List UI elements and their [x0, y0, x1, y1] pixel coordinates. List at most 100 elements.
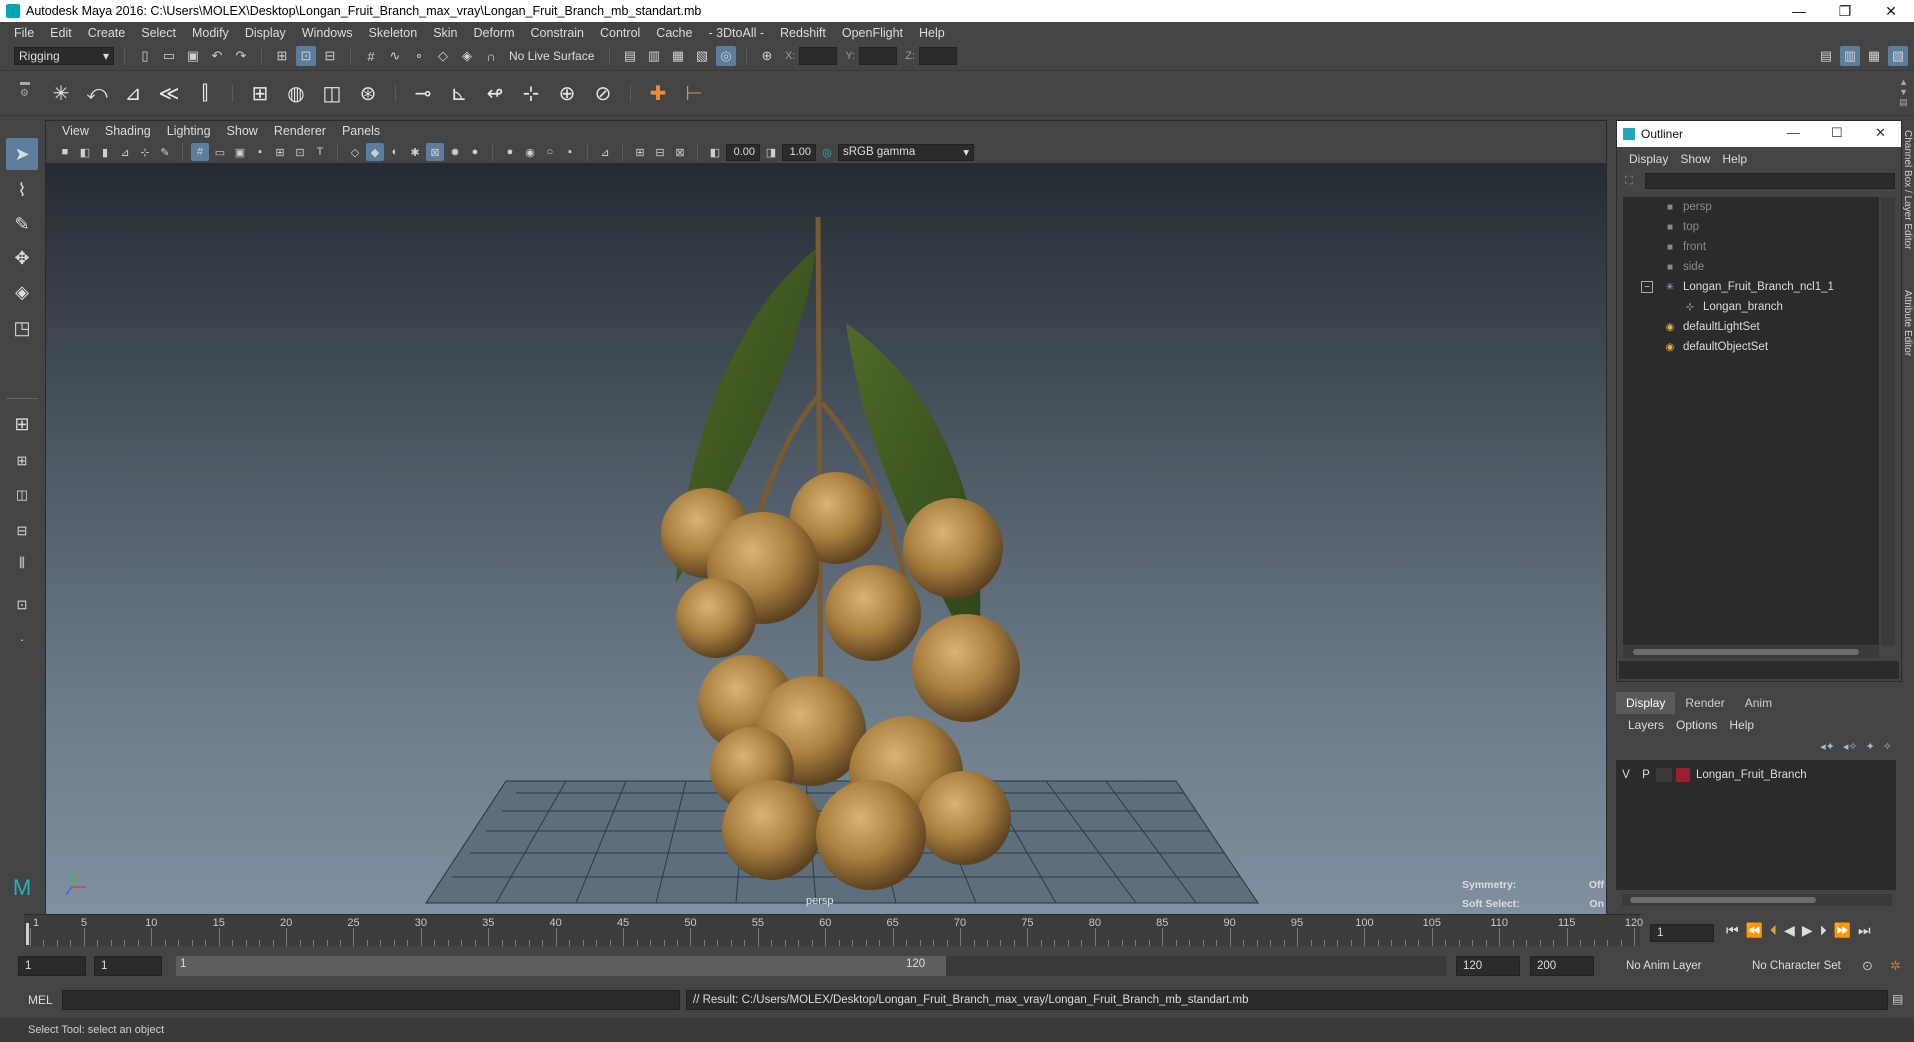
outliner-item-top[interactable]: ■ top [1663, 217, 1699, 237]
single-perspective-layout-icon[interactable]: ⊞ [6, 408, 38, 440]
outliner-menu-help[interactable]: Help [1716, 152, 1753, 166]
outliner-item-longan-group[interactable]: − ✳ Longan_Fruit_Branch_ncl1_1 [1641, 277, 1834, 297]
smooth-shade-icon[interactable]: ◆ [366, 143, 384, 161]
xray-components-icon[interactable]: ⊠ [671, 143, 689, 161]
menu-modify[interactable]: Modify [184, 26, 237, 40]
script-editor-icon[interactable]: ▤ [1892, 992, 1903, 1006]
outliner-item-persp[interactable]: ■ persp [1663, 197, 1712, 217]
menu-deform[interactable]: Deform [466, 26, 523, 40]
input-transform-icon[interactable]: ⊕ [757, 46, 777, 66]
menu-skeleton[interactable]: Skeleton [361, 26, 426, 40]
y-field[interactable] [859, 47, 898, 65]
vp-menu-renderer[interactable]: Renderer [266, 124, 334, 138]
select-camera-icon[interactable]: ■ [56, 143, 74, 161]
new-scene-icon[interactable]: ▯ [135, 46, 155, 66]
animation-start-field[interactable]: 1 [18, 956, 86, 976]
xray-icon[interactable]: ⊞ [631, 143, 649, 161]
outliner-item-front[interactable]: ■ front [1663, 237, 1706, 257]
undo-icon[interactable]: ↶ [207, 46, 227, 66]
grease-pencil-icon[interactable]: ✎ [156, 143, 174, 161]
parent-constraint-icon[interactable]: ⊢ [679, 77, 709, 109]
go-to-end-icon[interactable]: ⏭ [1858, 922, 1871, 939]
layer-color-swatch[interactable] [1676, 768, 1690, 782]
range-slider-bar[interactable]: 1 120 [176, 956, 946, 976]
auto-key-icon[interactable]: ⊙ [1862, 958, 1873, 974]
insert-joint-icon[interactable]: ⤺ [82, 77, 112, 109]
playback-start-field[interactable]: 1 [94, 956, 162, 976]
open-scene-icon[interactable]: ▭ [159, 46, 179, 66]
tab-attribute-editor[interactable]: Attribute Editor [1902, 290, 1913, 356]
view-transform-dropdown[interactable]: sRGB gamma ▾ [838, 143, 974, 161]
ik-handle-icon[interactable]: ⫿ [190, 77, 220, 109]
safe-title-icon[interactable]: T [311, 143, 329, 161]
outliner-menu-display[interactable]: Display [1623, 152, 1674, 166]
maximize-button[interactable]: ☐ [1831, 125, 1843, 141]
motion-blur-icon[interactable]: ◉ [521, 143, 539, 161]
menu-cache[interactable]: Cache [648, 26, 700, 40]
maximize-button[interactable]: ❐ [1822, 0, 1868, 22]
resolution-gate-icon[interactable]: ▣ [231, 143, 249, 161]
script-language-toggle[interactable]: MEL [28, 993, 53, 1007]
filter-icon[interactable]: ⛶ [1625, 175, 1633, 188]
curve-tool-icon[interactable]: ↫ [480, 77, 510, 109]
redo-icon[interactable]: ↷ [231, 46, 251, 66]
sculpt-deformer-icon[interactable]: ⊘ [588, 77, 618, 109]
vp-menu-shading[interactable]: Shading [97, 124, 159, 138]
depth-of-field-icon[interactable]: ▪ [561, 143, 579, 161]
snap-view-icon[interactable]: ◇ [433, 46, 453, 66]
hypershade-layout-icon[interactable]: ⊡ [6, 592, 38, 618]
outliner-item-default-object-set[interactable]: ◉ defaultObjectSet [1663, 337, 1768, 357]
tab-display[interactable]: Display [1616, 692, 1676, 714]
outliner-item-default-light-set[interactable]: ◉ defaultLightSet [1663, 317, 1760, 337]
character-set-dropdown[interactable]: No Character Set [1752, 960, 1841, 972]
mirror-joint-icon[interactable]: ⊿ [118, 77, 148, 109]
wireframe-icon[interactable]: ◇ [346, 143, 364, 161]
menu-windows[interactable]: Windows [294, 26, 361, 40]
new-layer-selected-icon[interactable]: ✧ [1883, 740, 1892, 753]
select-tool-icon[interactable]: ➤ [6, 138, 38, 170]
cluster-icon[interactable]: ◍ [281, 77, 311, 109]
wireframe-on-shaded-icon[interactable]: ✱ [406, 143, 424, 161]
magnet-icon[interactable]: ∩ [481, 46, 501, 66]
close-button[interactable]: ✕ [1868, 0, 1914, 22]
film-gate-icon[interactable]: ▭ [211, 143, 229, 161]
menu-constrain[interactable]: Constrain [523, 26, 593, 40]
x-field[interactable] [799, 47, 838, 65]
tab-render[interactable]: Render [1675, 692, 1734, 714]
persp-graph-outliner-layout-icon[interactable]: ⫼ [6, 550, 38, 576]
render-settings-icon[interactable]: ▧ [692, 46, 712, 66]
channel-box-icon[interactable]: ▧ [1888, 46, 1908, 66]
menu-help[interactable]: Help [911, 26, 953, 40]
vp-menu-show[interactable]: Show [219, 124, 266, 138]
snap-curve-icon[interactable]: ∿ [385, 46, 405, 66]
3d-viewport[interactable]: persp Symmetry: Off Soft Select: On [46, 163, 1606, 915]
live-surface-field[interactable]: No Live Surface [505, 47, 599, 65]
animation-end-field[interactable]: 200 [1530, 956, 1594, 976]
paint-weights-icon[interactable]: ⊸ [408, 77, 438, 109]
point-constraint-icon[interactable]: ✚ [643, 77, 673, 109]
layer-horizontal-scrollbar[interactable] [1622, 894, 1892, 906]
image-plane-icon[interactable]: ⊿ [116, 143, 134, 161]
select-component-icon[interactable]: ⊟ [320, 46, 340, 66]
new-empty-layer-icon[interactable]: ✦ [1866, 740, 1875, 753]
step-forward-key-icon[interactable]: ⏩ [1834, 922, 1851, 939]
scrollbar-thumb[interactable] [1630, 897, 1816, 903]
camera-attributes-icon[interactable]: ◧ [76, 143, 94, 161]
ipr-render-icon[interactable]: ▦ [668, 46, 688, 66]
menu-select[interactable]: Select [133, 26, 184, 40]
lasso-tool-icon[interactable]: ⌇ [6, 174, 38, 206]
blend-shape-icon[interactable]: ⊹ [516, 77, 546, 109]
layer-playback-toggle[interactable]: P [1636, 769, 1656, 781]
textured-icon[interactable]: ⊠ [426, 143, 444, 161]
hypershade-icon[interactable]: ◎ [716, 46, 736, 66]
tab-channel-box[interactable]: Channel Box / Layer Editor [1902, 130, 1913, 250]
z-field[interactable] [918, 47, 957, 65]
go-to-start-icon[interactable]: ⏮ [1726, 922, 1739, 939]
persp-graph-layout-icon[interactable]: ⊟ [6, 518, 38, 544]
outliner-horizontal-scrollbar[interactable] [1623, 646, 1879, 658]
orient-joint-icon[interactable]: ≪ [154, 77, 184, 109]
anim-layer-dropdown[interactable]: No Anim Layer [1626, 960, 1701, 972]
move-tool-icon[interactable]: ✥ [6, 242, 38, 274]
snap-grid-icon[interactable]: # [361, 46, 381, 66]
menu-set-dropdown[interactable]: Rigging ▾ [14, 47, 114, 65]
